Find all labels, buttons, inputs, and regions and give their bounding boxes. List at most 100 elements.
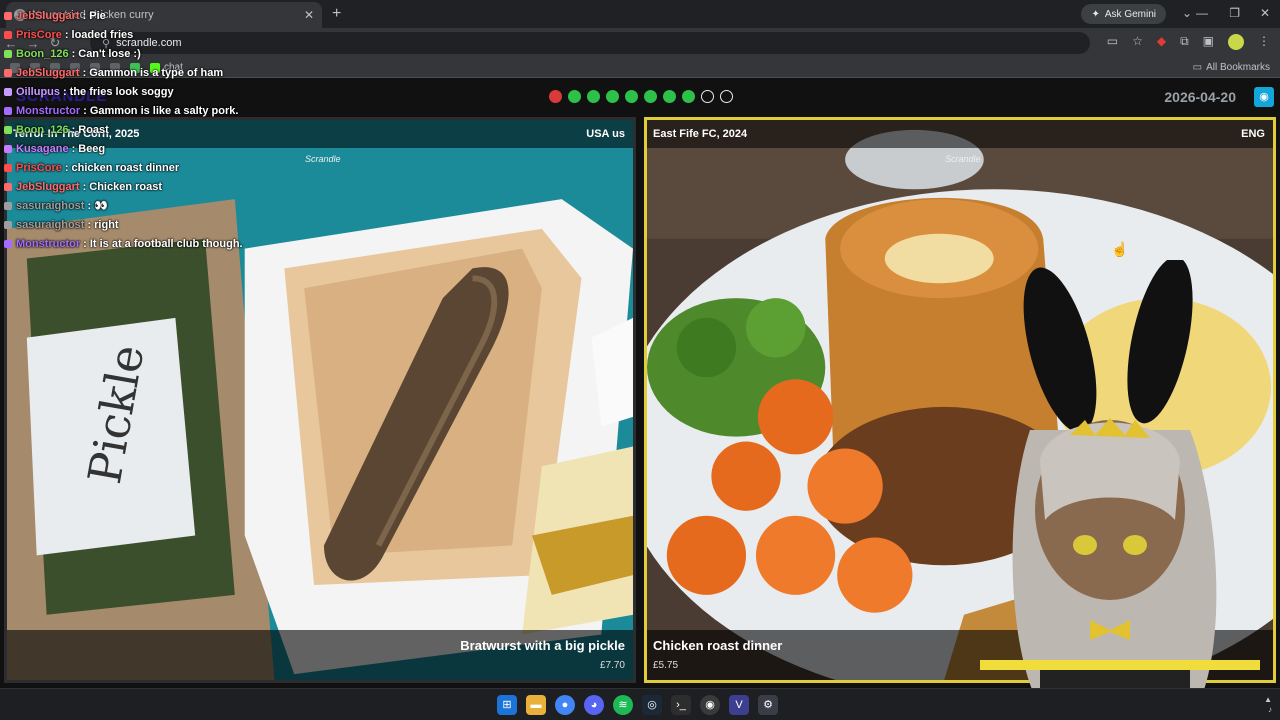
all-bookmarks[interactable]: ▭ All Bookmarks [1193, 62, 1270, 73]
progress-dot [644, 90, 657, 103]
bookmark-star-icon[interactable]: ☆ [1132, 34, 1143, 50]
chat-text: Beeg [78, 142, 106, 155]
vtube-studio-icon[interactable]: V [729, 695, 749, 715]
dish-name: Chicken roast dinner [653, 638, 783, 653]
location-label: East Fife FC, 2024 [653, 128, 748, 140]
chat-badge-icon [4, 163, 12, 172]
country-label: USA us [586, 128, 625, 140]
chat-username[interactable]: Kusagane [16, 143, 69, 155]
tab-search-icon[interactable]: ⌄ [1182, 6, 1192, 20]
chat-badge-icon [4, 106, 12, 115]
chat-username[interactable]: Monstructor [16, 238, 80, 250]
chat-username[interactable]: sasuraighost [16, 200, 84, 212]
progress-dot [720, 90, 733, 103]
chat-message: JebSluggart: Gammon is a type of ham [4, 63, 264, 82]
cast-icon[interactable]: ▭ [1107, 34, 1118, 50]
discord-icon[interactable]: ◕ [584, 695, 604, 715]
chat-badge-icon [4, 125, 12, 134]
ask-gemini-label: Ask Gemini [1104, 8, 1156, 20]
chat-text: loaded fries [71, 28, 134, 41]
chat-text: Roast [78, 123, 109, 136]
chat-badge-icon [4, 68, 12, 77]
start-menu-icon[interactable]: ⊞ [497, 695, 517, 715]
chat-username[interactable]: Boon_126 [16, 48, 69, 60]
chat-message: Kusagane: Beeg [4, 139, 264, 158]
all-bookmarks-label: All Bookmarks [1206, 62, 1270, 73]
taskbar-apps: ⊞ ▬ ● ◕ ≋ ◎ ›_ ◉ V ⚙ [497, 695, 778, 715]
vtuber-avatar [980, 260, 1260, 720]
chat-message: Boon_126: Roast [4, 120, 264, 139]
progress-dots [549, 90, 733, 103]
ask-gemini-button[interactable]: ✦ Ask Gemini [1081, 4, 1166, 24]
watermark: Scrandle [945, 154, 981, 164]
chat-text: Chicken roast [89, 180, 162, 193]
obs-icon[interactable]: ◉ [700, 695, 720, 715]
progress-dot [549, 90, 562, 103]
chat-message: Oillupus: the fries look soggy [4, 82, 264, 101]
chat-badge-icon [4, 144, 12, 153]
settings-gear-icon[interactable]: ⚙ [758, 695, 778, 715]
chat-badge-icon [4, 30, 12, 39]
chat-badge-icon [4, 220, 12, 229]
gemini-sparkle-icon: ✦ [1091, 8, 1100, 20]
extensions-puzzle-icon[interactable]: ⧉ [1180, 34, 1189, 50]
chat-username[interactable]: JebSluggart [16, 67, 80, 79]
game-date: 2026-04-20 [1164, 89, 1236, 105]
stream-chat-overlay: JebSluggart: Pie PrisCore: loaded fries Boon… [4, 6, 264, 253]
chat-username[interactable]: Boon_126 [16, 124, 69, 136]
chat-badge-icon [4, 201, 12, 210]
file-explorer-icon[interactable]: ▬ [526, 695, 546, 715]
chat-message: sasuraighost: 👀 [4, 196, 264, 215]
sidepanel-icon[interactable]: ▣ [1203, 34, 1214, 50]
new-tab-icon[interactable]: + [332, 5, 341, 23]
chrome-icon[interactable]: ● [555, 695, 575, 715]
chat-message: Monstructor: It is at a football club tho… [4, 234, 264, 253]
dish-name: Bratwurst with a big pickle [460, 638, 625, 653]
chat-username[interactable]: sasuraighost [16, 219, 84, 231]
chat-message: sasuraighost: right [4, 215, 264, 234]
chat-badge-icon [4, 11, 12, 20]
chat-text: chicken roast dinner [71, 161, 180, 174]
minimize-icon[interactable]: — [1196, 6, 1208, 20]
extension-icon[interactable]: ◆ [1157, 34, 1166, 50]
chat-username[interactable]: JebSluggart [16, 181, 80, 193]
progress-dot [682, 90, 695, 103]
spotify-icon[interactable]: ≋ [613, 695, 633, 715]
progress-dot [568, 90, 581, 103]
chat-message: JebSluggart: Chicken roast [4, 177, 264, 196]
system-tray[interactable]: ▲ ♪ [1264, 695, 1272, 715]
chat-username[interactable]: JebSluggart [16, 10, 80, 22]
country-label: ENG [1241, 128, 1265, 140]
progress-dot [606, 90, 619, 103]
chat-badge-icon [4, 239, 12, 248]
chat-username[interactable]: PrisCore [16, 29, 62, 41]
chat-text: Gammon is a type of ham [89, 66, 224, 79]
chat-text: 👀 [94, 200, 108, 212]
chat-message: JebSluggart: Pie [4, 6, 264, 25]
chat-text: right [94, 218, 119, 231]
close-window-icon[interactable]: ✕ [1260, 6, 1270, 20]
terminal-icon[interactable]: ›_ [671, 695, 691, 715]
watermark: Scrandle [305, 154, 341, 164]
chat-message: Monstructor: Gammon is like a salty pork. [4, 101, 264, 120]
close-tab-icon[interactable]: ✕ [304, 8, 314, 22]
steam-icon[interactable]: ◎ [642, 695, 662, 715]
chat-username[interactable]: Oillupus [16, 86, 60, 98]
chat-message: Boon_126: Can't lose :) [4, 44, 264, 63]
location-bar: East Fife FC, 2024 ENG [647, 120, 1273, 148]
chat-text: It is at a football club though. [89, 237, 243, 250]
chat-username[interactable]: Monstructor [16, 105, 80, 117]
chat-badge-icon [4, 49, 12, 58]
caption-bar: Bratwurst with a big pickle £7.70 [7, 630, 633, 680]
chat-text: the fries look soggy [69, 85, 174, 98]
chat-text: Gammon is like a salty pork. [89, 104, 239, 117]
chat-username[interactable]: PrisCore [16, 162, 62, 174]
folder-icon: ▭ [1192, 62, 1203, 73]
eye-icon[interactable]: ◉ [1254, 87, 1274, 107]
progress-dot [625, 90, 638, 103]
profile-avatar[interactable] [1228, 34, 1244, 50]
progress-dot [587, 90, 600, 103]
toolbar-icons: ▭ ☆ ◆ ⧉ ▣ ⋮ [1107, 34, 1270, 50]
restore-icon[interactable]: ❐ [1229, 6, 1240, 20]
menu-icon[interactable]: ⋮ [1258, 34, 1270, 50]
